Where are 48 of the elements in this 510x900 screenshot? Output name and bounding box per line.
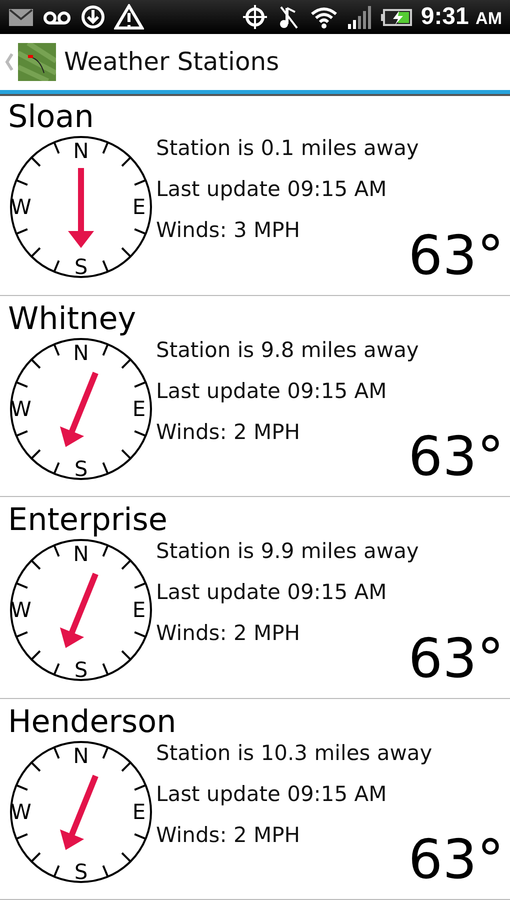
compass-letter: S — [74, 456, 88, 481]
wind-speed-text: Winds: 2 MPH — [156, 422, 300, 443]
app-icon — [18, 43, 56, 82]
screen-title: Weather Stations — [64, 46, 280, 78]
station-row[interactable]: Enterprise N E S W Station is 9.9 miles away Last update 09:15 AM Winds: 2 MPH 63° — [0, 497, 510, 698]
warning-icon — [114, 4, 144, 30]
compass-letter: N — [73, 542, 89, 566]
last-update-text: Last update 09:15 AM — [156, 380, 387, 402]
temperature: 63° — [408, 632, 504, 686]
compass-letter: N — [73, 340, 89, 365]
distance-text: Station is 9.9 miles away — [156, 541, 419, 562]
station-name: Whitney — [8, 302, 136, 336]
distance-text: Station is 9.8 miles away — [156, 340, 419, 361]
station-row[interactable]: Sloan N E S W Station is 0.1 miles away Last update 09:15 AM Winds: 3 MPH 63° — [0, 94, 510, 296]
station-row[interactable]: Whitney N E S W Station is 9.8 miles away Last update 09:15 AM Winds: 2 MPH 63° — [0, 296, 510, 497]
compass-letter: W — [10, 195, 32, 220]
compass-letter: E — [132, 396, 146, 421]
back-chevron-icon[interactable] — [4, 52, 14, 72]
compass-letter: N — [73, 744, 89, 768]
station-row[interactable]: Henderson N E S W Station is 10.3 miles away Last update 09:15 AM Winds: 2 MPH 63° — [0, 698, 510, 900]
wind-speed-text: Winds: 2 MPH — [156, 824, 300, 846]
signal-icon — [346, 4, 373, 30]
compass-letter: S — [74, 255, 88, 280]
clock: 9:31 AM — [420, 5, 502, 30]
compass-letter: S — [74, 658, 88, 682]
download-icon — [80, 4, 106, 30]
station-name: Enterprise — [8, 503, 168, 538]
last-update-text: Last update 09:15 AM — [156, 179, 387, 200]
compass-letter: E — [132, 195, 146, 220]
temperature: 63° — [408, 833, 504, 887]
compass-letter: N — [73, 139, 89, 164]
gps-icon — [240, 4, 269, 30]
station-name: Sloan — [8, 100, 94, 134]
compass-letter: W — [10, 396, 32, 421]
temperature: 63° — [408, 430, 504, 484]
distance-text: Station is 0.1 miles away — [156, 138, 419, 160]
distance-text: Station is 10.3 miles away — [156, 742, 432, 764]
wind-speed-text: Winds: 3 MPH — [156, 220, 300, 242]
station-name: Henderson — [8, 704, 176, 739]
compass-letter: E — [132, 598, 146, 622]
compass-letter: S — [74, 860, 88, 884]
compass-letter: E — [132, 800, 146, 824]
temperature: 63° — [408, 228, 504, 282]
last-update-text: Last update 09:15 AM — [156, 784, 387, 805]
compass-letter: W — [10, 800, 32, 824]
last-update-text: Last update 09:15 AM — [156, 582, 387, 604]
compass-letter: W — [10, 598, 32, 622]
wind-speed-text: Winds: 2 MPH — [156, 623, 300, 644]
